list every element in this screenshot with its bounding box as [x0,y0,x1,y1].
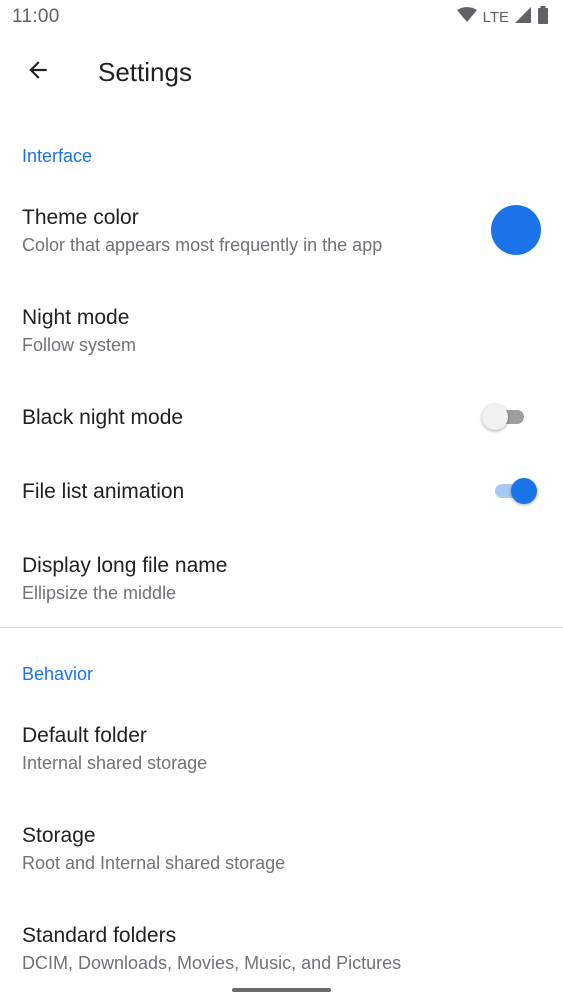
section-header-interface: Interface [22,146,93,166]
pref-title: Standard folders [22,924,177,947]
pref-title: Display long file name [22,554,228,577]
status-bar: 11:00 LTE [0,0,563,34]
pref-storage[interactable]: Storage Root and Internal shared storage [0,808,563,898]
status-icons: LTE [456,5,549,29]
switch-thumb [511,478,537,504]
file-list-animation-switch[interactable] [491,476,537,506]
battery-icon [537,5,549,29]
switch-thumb [482,404,508,430]
settings-screen: 11:00 LTE Settings Interface Theme color… [0,0,563,1001]
pref-night-mode[interactable]: Night mode Follow system [0,290,563,380]
black-night-mode-switch[interactable] [482,402,528,432]
theme-color-swatch [491,205,541,255]
pref-theme-color[interactable]: Theme color Color that appears most freq… [0,190,563,280]
pref-summary: Internal shared storage [22,753,208,773]
pref-title: Theme color [22,206,139,229]
pref-title: Black night mode [22,406,184,429]
pref-summary: Root and Internal shared storage [22,853,286,873]
cell-signal-icon [515,6,531,28]
pref-long-file-name[interactable]: Display long file name Ellipsize the mid… [0,538,563,624]
pref-black-night-mode[interactable]: Black night mode [0,390,563,450]
gesture-navigation-bar[interactable] [232,988,331,992]
pref-title: File list animation [22,480,185,503]
pref-title: Storage [22,824,96,847]
status-time: 11:00 [12,6,60,27]
pref-title: Default folder [22,724,147,747]
pref-summary: Follow system [22,335,137,355]
app-bar: Settings [0,34,563,110]
pref-summary: Color that appears most frequently in th… [22,235,383,255]
pref-title: Night mode [22,306,130,329]
pref-standard-folders[interactable]: Standard folders DCIM, Downloads, Movies… [0,908,563,998]
back-button[interactable] [10,44,66,100]
arrow-back-icon [25,57,51,88]
pref-default-folder[interactable]: Default folder Internal shared storage [0,708,563,798]
pref-summary: DCIM, Downloads, Movies, Music, and Pict… [22,953,402,973]
section-divider [0,627,563,628]
pref-file-list-animation[interactable]: File list animation [0,464,563,524]
section-header-behavior: Behavior [22,664,94,684]
network-type-label: LTE [482,8,509,26]
page-title: Settings [98,56,192,87]
wifi-icon [456,6,477,28]
pref-summary: Ellipsize the middle [22,583,177,603]
